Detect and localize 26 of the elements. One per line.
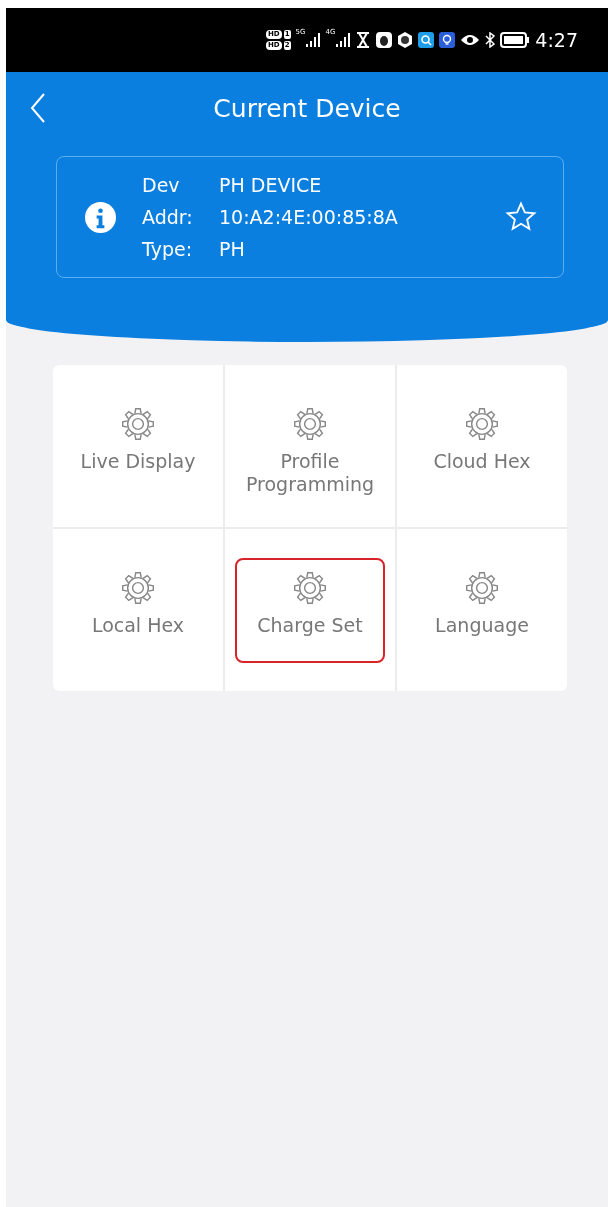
signal-icon [336, 33, 351, 47]
field-value: PH [219, 238, 245, 260]
field-label: Type: [142, 238, 194, 260]
gear-icon [120, 405, 156, 442]
clock-time: 4:27 [535, 29, 578, 51]
field-label: Dev [142, 174, 181, 196]
screen-title: Current Device [213, 93, 401, 123]
gear-icon [292, 569, 328, 606]
signal-icon [306, 33, 321, 47]
gear-icon [292, 405, 328, 442]
bluetooth-icon [485, 32, 496, 48]
menu-tile[interactable]: Charge Set [235, 557, 385, 663]
info-icon [85, 201, 116, 233]
bulb-icon [439, 32, 456, 48]
field-label: Addr: [142, 206, 194, 228]
battery-icon [500, 32, 531, 48]
back-icon[interactable] [30, 93, 46, 123]
gear-icon [120, 569, 156, 606]
field-value: PH DEVICE [219, 174, 322, 196]
field-value: 10:A2:4E:00:85:8A [219, 206, 398, 228]
gear-icon [464, 405, 500, 442]
star-icon[interactable] [505, 201, 537, 233]
hourglass-icon [355, 32, 372, 48]
search-icon [418, 32, 435, 48]
gear-icon [464, 569, 500, 606]
eye-icon [460, 32, 481, 48]
